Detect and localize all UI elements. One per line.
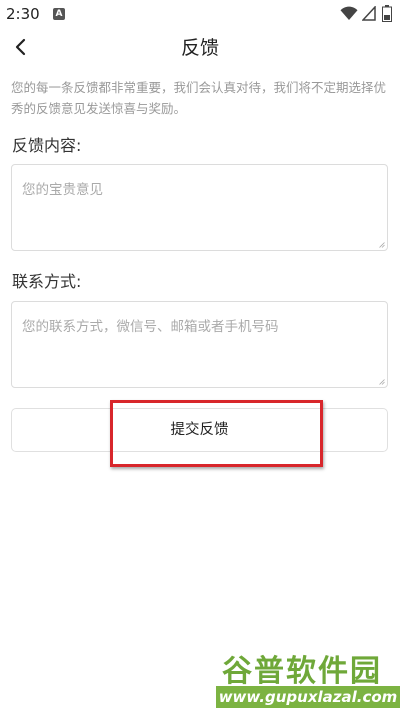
status-bar: 2:30 A xyxy=(0,0,400,28)
feedback-label: 反馈内容: xyxy=(12,136,82,155)
contact-label: 联系方式: xyxy=(12,272,82,291)
page-title: 反馈 xyxy=(180,37,219,59)
feedback-textbox xyxy=(11,164,388,251)
submit-feedback-button[interactable]: 提交反馈 xyxy=(11,408,388,452)
watermark-logo: 谷普软件园 xyxy=(222,654,382,689)
app-header: 反馈 xyxy=(0,28,400,68)
resize-grip-icon xyxy=(379,379,385,385)
feedback-screen: 2:30 A 反馈 您的每一条反馈都非常重要，我们会认真对待，我们将不定期选择优… xyxy=(0,0,400,712)
feedback-input[interactable] xyxy=(12,165,387,250)
signal-icon xyxy=(362,6,376,21)
watermark: 谷普软件园 www.gupuxlazal.com xyxy=(216,646,400,712)
intro-text: 您的每一条反馈都非常重要，我们会认真对待，我们将不定期选择优秀的反馈意见发送惊喜… xyxy=(11,80,387,116)
contact-textbox xyxy=(11,301,388,388)
status-time: 2:30 xyxy=(6,5,40,23)
wifi-icon xyxy=(340,6,358,20)
notification-icon: A xyxy=(53,8,65,20)
contact-input[interactable] xyxy=(12,302,387,387)
battery-icon xyxy=(382,5,392,22)
watermark-url: www.gupuxlazal.com xyxy=(216,686,400,708)
resize-grip-icon xyxy=(379,242,385,248)
